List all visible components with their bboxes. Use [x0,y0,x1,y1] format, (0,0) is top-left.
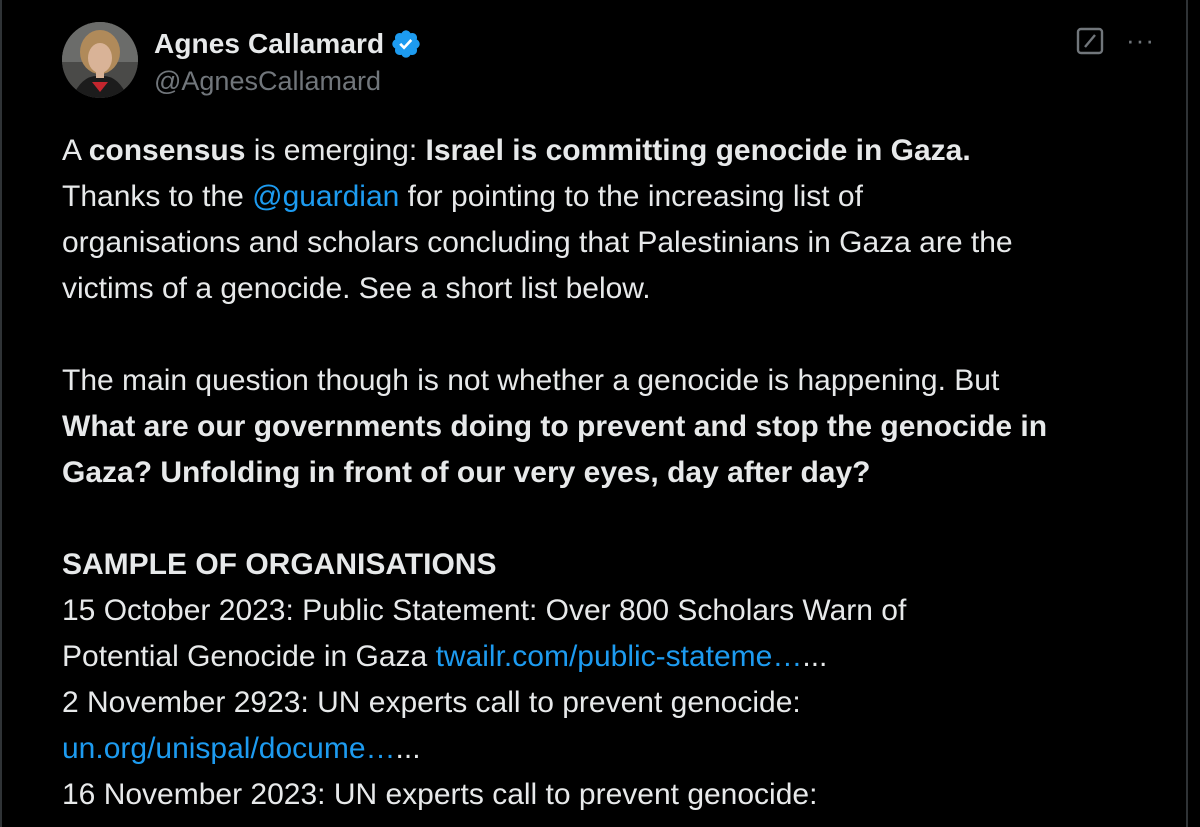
text-run: victims of a genocide. See a short list … [62,272,651,305]
paragraph-1: A consensus is emerging: Israel is commi… [62,128,1172,312]
avatar[interactable] [62,22,138,98]
text-bold: Israel is committing genocide in Gaza. [425,134,971,167]
url-link[interactable]: twailr.com/public-stateme… [436,640,803,673]
text-run: organisations and scholars concluding th… [62,226,1013,259]
author-name[interactable]: Agnes Callamard [154,28,384,60]
text-run: Potential Genocide in Gaza [62,640,436,673]
text-run: ... [802,640,828,673]
author-handle[interactable]: @AgnesCallamard [154,66,381,97]
text-run: The main question though is not whether … [62,364,1000,397]
tweet-card: Agnes Callamard @AgnesCallamard ··· A co… [0,0,1200,827]
text-bold: consensus [88,134,246,167]
paragraph-2: The main question though is not whether … [62,358,1172,496]
text-run: is emerging: [245,134,426,167]
avatar-photo-icon [62,22,138,98]
text-run: ... [395,732,421,765]
text-run: A [62,134,89,167]
text-run: for pointing to the increasing list of [399,180,863,213]
text-run: 2 November 2923: UN experts call to prev… [62,686,801,719]
tweet-header: Agnes Callamard @AgnesCallamard ··· [62,22,1162,102]
text-bold: What are our governments doing to preven… [62,410,1048,443]
paragraph-3: SAMPLE OF ORGANISATIONS 15 October 2023:… [62,542,1172,818]
name-row: Agnes Callamard [154,26,422,62]
text-run: 15 October 2023: Public Statement: Over … [62,594,907,627]
tweet-text: A consensus is emerging: Israel is commi… [62,128,1172,818]
mention-link[interactable]: @guardian [252,180,399,213]
more-options-icon[interactable]: ··· [1126,26,1166,56]
section-heading: SAMPLE OF ORGANISATIONS [62,548,497,581]
text-run: Thanks to the [62,180,253,213]
verified-badge-icon[interactable] [390,28,422,60]
url-link[interactable]: un.org/unispal/docume… [62,732,396,765]
text-bold: Gaza? Unfolding in front of our very eye… [62,456,871,489]
grok-icon[interactable] [1075,26,1105,56]
card-border-right [1186,0,1188,827]
text-run: 16 November 2023: UN experts call to pre… [62,778,818,811]
card-border-left [0,0,2,827]
